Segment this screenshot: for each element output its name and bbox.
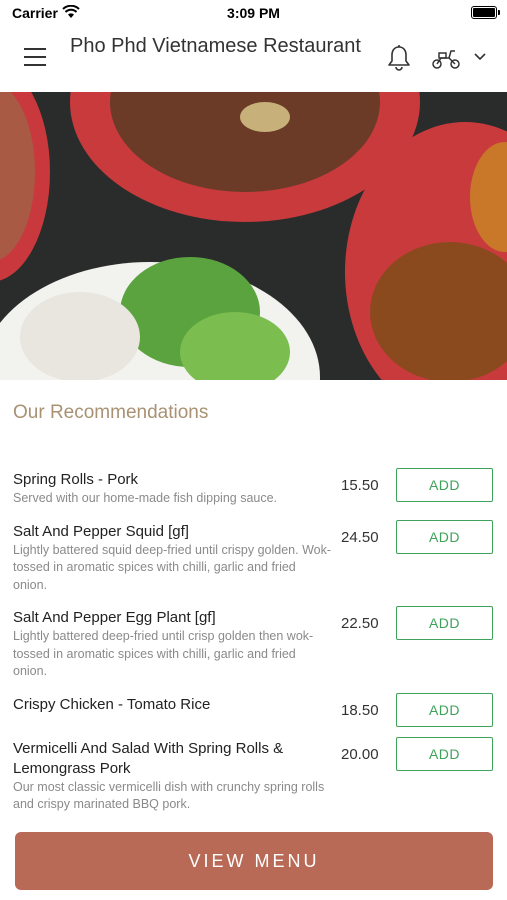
section-title: Our Recommendations — [13, 402, 209, 423]
add-button[interactable]: ADD — [396, 606, 493, 640]
item-price: 24.50 — [341, 528, 379, 546]
clock: 3:09 PM — [227, 5, 280, 21]
chevron-down-icon[interactable] — [474, 53, 486, 61]
hero-food-image — [0, 92, 507, 380]
item-name: Salt And Pepper Egg Plant [gf] — [13, 609, 216, 626]
restaurant-title: Pho Phd Vietnamese Restaurant — [70, 35, 361, 57]
list-item: Spring Rolls - Pork Served with our home… — [0, 462, 507, 514]
list-item: Crispy Chicken - Tomato Rice 18.50 ADD — [0, 687, 507, 731]
status-bar: Carrier 3:09 PM — [0, 0, 507, 26]
bell-icon[interactable] — [386, 44, 412, 72]
list-item: Vermicelli And Salad With Spring Rolls &… — [0, 731, 507, 820]
list-item: Salt And Pepper Egg Plant [gf] Lightly b… — [0, 600, 507, 687]
item-description: Lightly battered deep-fried until crisp … — [13, 629, 314, 678]
item-name: Spring Rolls - Pork — [13, 471, 139, 488]
battery-icon — [471, 6, 500, 19]
item-price: 22.50 — [341, 615, 379, 632]
add-button[interactable]: ADD — [396, 468, 493, 502]
add-button[interactable]: ADD — [396, 519, 493, 554]
add-button[interactable]: ADD — [396, 692, 493, 727]
item-name: Salt And Pepper Squid [gf] — [13, 522, 189, 540]
item-price: 18.50 — [341, 701, 379, 719]
item-description: Served with our home-made fish dipping s… — [13, 491, 278, 505]
item-price: 20.00 — [341, 745, 379, 763]
item-price: 15.50 — [341, 477, 379, 494]
item-name: Crispy Chicken - Tomato Rice — [13, 695, 211, 713]
menu-icon[interactable] — [24, 48, 46, 66]
menu-list[interactable]: Spring Rolls - Pork Served with our home… — [0, 462, 507, 822]
item-description: Lightly battered squid deep-fried until … — [13, 542, 331, 592]
list-item: Salt And Pepper Squid [gf] Lightly batte… — [0, 514, 507, 601]
app-header: Pho Phd Vietnamese Restaurant — [0, 26, 507, 92]
item-description: Our most classic vermicelli dish with cr… — [13, 779, 325, 812]
view-menu-button[interactable]: VIEW MENU — [15, 832, 493, 890]
scooter-icon[interactable] — [431, 48, 461, 70]
item-name: Vermicelli And Salad With Spring Rolls &… — [13, 739, 284, 777]
add-button[interactable]: ADD — [396, 736, 493, 771]
